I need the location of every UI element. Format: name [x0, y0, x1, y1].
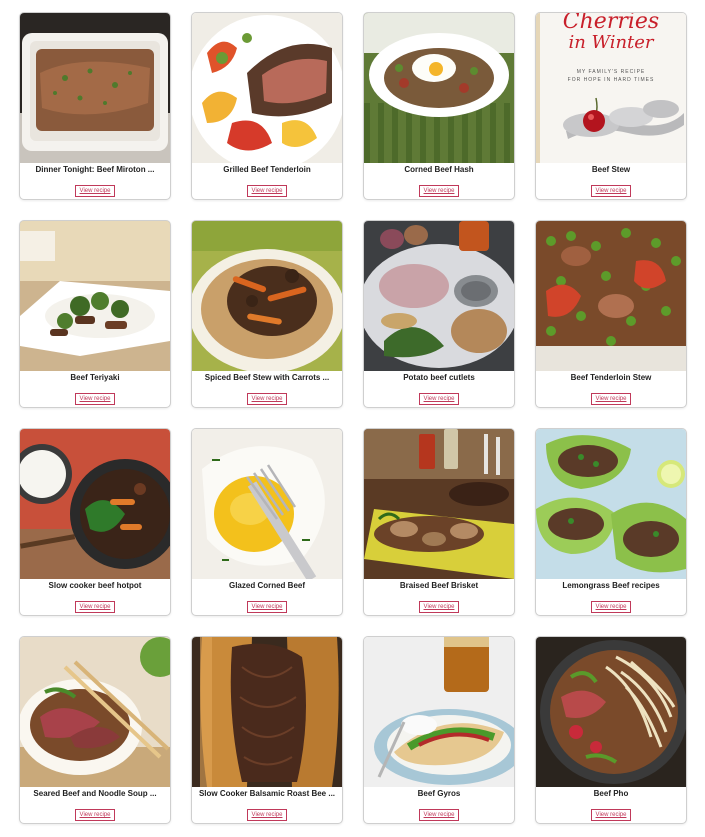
recipe-card: Braised Beef Brisket View recipe	[363, 428, 515, 616]
recipe-card: Corned Beef Hash View recipe	[363, 12, 515, 200]
book-title: Cherries	[562, 13, 660, 34]
recipe-image[interactable]	[20, 221, 170, 371]
recipe-title: Dinner Tonight: Beef Miroton ...	[35, 165, 155, 174]
view-recipe-button[interactable]: View recipe	[418, 393, 460, 405]
recipe-card: Beef Gyros View recipe	[363, 636, 515, 824]
recipe-card: Seared Beef and Noodle Soup ... View rec…	[19, 636, 171, 824]
recipe-title: Slow cooker beef hotpot	[48, 581, 142, 590]
view-recipe-button[interactable]: View recipe	[74, 601, 116, 613]
recipe-image[interactable]	[192, 637, 342, 787]
view-recipe-button[interactable]: View recipe	[74, 393, 116, 405]
recipe-card: Spiced Beef Stew with Carrots ... View r…	[191, 220, 343, 408]
view-recipe-button[interactable]: View recipe	[246, 185, 288, 197]
recipe-title: Slow Cooker Balsamic Roast Bee ...	[198, 789, 336, 798]
recipe-card: Potato beef cutlets View recipe	[363, 220, 515, 408]
recipe-image[interactable]	[20, 429, 170, 579]
recipe-title: Potato beef cutlets	[403, 373, 475, 382]
recipe-title: Lemongrass Beef recipes	[562, 581, 660, 590]
recipe-card: Slow cooker beef hotpot View recipe	[19, 428, 171, 616]
view-recipe-button[interactable]: View recipe	[246, 393, 288, 405]
recipe-card: Beef Teriyaki View recipe	[19, 220, 171, 408]
book-subtitle: MY FAMILY'S RECIPE	[576, 69, 646, 75]
view-recipe-button[interactable]: View recipe	[418, 601, 460, 613]
recipe-title: Spiced Beef Stew with Carrots ...	[204, 373, 330, 382]
recipe-card: Beef Tenderloin Stew View recipe	[535, 220, 687, 408]
recipe-image[interactable]	[364, 221, 514, 371]
book-title-line2: in Winter	[568, 32, 654, 53]
recipe-card: Cherries in Winter MY FAMILY'S RECIPE FO…	[535, 12, 687, 200]
view-recipe-button[interactable]: View recipe	[418, 809, 460, 821]
recipe-grid: Dinner Tonight: Beef Miroton ... View re…	[19, 12, 687, 824]
recipe-image[interactable]	[536, 221, 686, 371]
view-recipe-button[interactable]: View recipe	[246, 601, 288, 613]
recipe-image[interactable]	[364, 429, 514, 579]
recipe-image[interactable]: Cherries in Winter MY FAMILY'S RECIPE FO…	[536, 13, 686, 163]
view-recipe-button[interactable]: View recipe	[246, 809, 288, 821]
recipe-card: Beef Pho View recipe	[535, 636, 687, 824]
view-recipe-button[interactable]: View recipe	[590, 393, 632, 405]
recipe-image[interactable]	[364, 13, 514, 163]
recipe-image[interactable]	[536, 637, 686, 787]
recipe-image[interactable]	[20, 13, 170, 163]
recipe-card: Slow Cooker Balsamic Roast Bee ... View …	[191, 636, 343, 824]
recipe-title: Corned Beef Hash	[404, 165, 474, 174]
recipe-title: Braised Beef Brisket	[399, 581, 479, 590]
recipe-image[interactable]	[536, 429, 686, 579]
recipe-image[interactable]	[192, 221, 342, 371]
recipe-card: Glazed Corned Beef View recipe	[191, 428, 343, 616]
view-recipe-button[interactable]: View recipe	[590, 809, 632, 821]
recipe-title: Beef Gyros	[417, 789, 461, 798]
book-subtitle-line2: FOR HOPE IN HARD TIMES	[567, 77, 655, 83]
recipe-title: Grilled Beef Tenderloin	[223, 165, 311, 174]
recipe-title: Beef Teriyaki	[70, 373, 120, 382]
recipe-title: Beef Tenderloin Stew	[570, 373, 652, 382]
view-recipe-button[interactable]: View recipe	[74, 185, 116, 197]
recipe-image[interactable]	[192, 429, 342, 579]
recipe-image[interactable]	[192, 13, 342, 163]
recipe-image[interactable]	[364, 637, 514, 787]
view-recipe-button[interactable]: View recipe	[418, 185, 460, 197]
view-recipe-button[interactable]: View recipe	[74, 809, 116, 821]
recipe-card: Grilled Beef Tenderloin View recipe	[191, 12, 343, 200]
view-recipe-button[interactable]: View recipe	[590, 601, 632, 613]
view-recipe-button[interactable]: View recipe	[590, 185, 632, 197]
recipe-title: Seared Beef and Noodle Soup ...	[33, 789, 157, 798]
recipe-card: Lemongrass Beef recipes View recipe	[535, 428, 687, 616]
recipe-image[interactable]	[20, 637, 170, 787]
recipe-title: Glazed Corned Beef	[228, 581, 305, 590]
recipe-title: Beef Stew	[591, 165, 631, 174]
recipe-title: Beef Pho	[593, 789, 629, 798]
recipe-card: Dinner Tonight: Beef Miroton ... View re…	[19, 12, 171, 200]
